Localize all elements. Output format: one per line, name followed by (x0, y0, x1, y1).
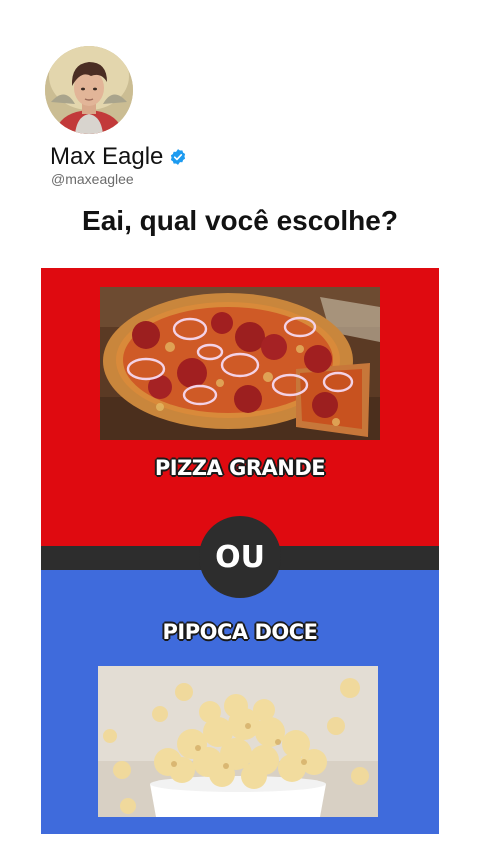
verified-badge-icon (169, 148, 187, 166)
option-a-label: PIZZA GRANDE (154, 456, 326, 480)
option-a-panel[interactable]: PIZZA GRANDE (41, 268, 439, 546)
author-name-row: Max Eagle (50, 143, 187, 171)
avatar[interactable] (45, 46, 133, 134)
poll-graphic: PIZZA GRANDE PIPOCA DOCE OU (41, 268, 439, 834)
pizza-photo (100, 287, 380, 440)
ou-badge: OU (199, 516, 281, 598)
ou-text: OU (215, 539, 265, 575)
option-b-label: PIPOCA DOCE (162, 620, 318, 644)
author-handle[interactable]: @maxeaglee (51, 171, 134, 187)
popcorn-photo (98, 666, 378, 817)
post-question: Eai, qual você escolhe? (82, 205, 398, 236)
author-name[interactable]: Max Eagle (50, 143, 163, 171)
